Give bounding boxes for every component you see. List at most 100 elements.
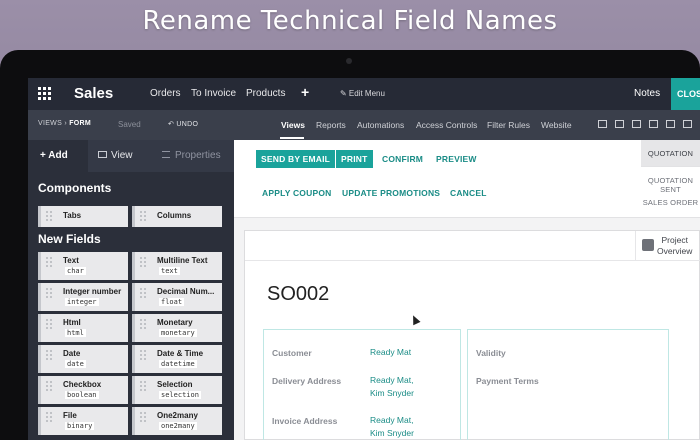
active-tab-indicator xyxy=(280,137,304,139)
right-field-group: Validity Payment Terms xyxy=(467,329,669,440)
form-editor: SEND BY EMAIL PRINT CONFIRM PREVIEW APPL… xyxy=(234,140,700,440)
field-text[interactable]: Text char xyxy=(38,252,128,280)
pivot-view-icon[interactable] xyxy=(683,120,692,128)
status-sales-order[interactable]: SALES ORDER xyxy=(641,198,700,207)
field-datetime[interactable]: Date & Time datetime xyxy=(132,345,222,373)
field-type: monetary xyxy=(159,329,197,337)
field-type: html xyxy=(65,329,86,337)
field-date[interactable]: Date date xyxy=(38,345,128,373)
components-heading: Components xyxy=(38,181,112,195)
status-quotation[interactable]: QUOTATION xyxy=(641,140,700,166)
invoice-address-line1: Ready Mat, xyxy=(370,415,414,425)
mouse-cursor-icon xyxy=(409,313,421,326)
send-by-email-button[interactable]: SEND BY EMAIL xyxy=(256,150,336,168)
customer-value[interactable]: Ready Mat xyxy=(370,346,411,359)
apply-coupon-button[interactable]: APPLY COUPON xyxy=(262,188,331,198)
field-type: text xyxy=(159,267,180,275)
invoice-address-label[interactable]: Invoice Address xyxy=(272,416,337,426)
field-checkbox[interactable]: Checkbox boolean xyxy=(38,376,128,404)
field-type: float xyxy=(159,298,185,306)
menu-orders[interactable]: Orders xyxy=(150,88,181,99)
component-tabs[interactable]: Tabs xyxy=(38,206,128,227)
component-columns[interactable]: Columns xyxy=(132,206,222,227)
sidebar-tabs: + Add View Properties xyxy=(28,140,234,172)
sidebar-tab-properties[interactable]: Properties xyxy=(148,140,234,172)
list-view-icon[interactable] xyxy=(615,120,624,128)
edit-menu-link[interactable]: ✎ Edit Menu xyxy=(340,89,385,98)
saved-indicator: Saved xyxy=(118,120,141,129)
close-studio-button[interactable]: CLOSE xyxy=(671,78,700,110)
field-type: binary xyxy=(65,422,95,430)
status-quotation-sent[interactable]: QUOTATION SENT xyxy=(641,176,700,194)
customer-label[interactable]: Customer xyxy=(272,348,312,358)
notes-button[interactable]: Notes xyxy=(634,88,660,99)
field-integer[interactable]: Integer number integer xyxy=(38,283,128,311)
payment-terms-label[interactable]: Payment Terms xyxy=(476,376,539,386)
field-type: char xyxy=(65,267,86,275)
menu-to-invoice[interactable]: To Invoice xyxy=(191,88,236,99)
laptop-frame: Sales Orders To Invoice Products + ✎ Edi… xyxy=(0,50,700,440)
undo-button[interactable]: ↶ UNDO xyxy=(168,120,198,128)
field-label: Checkbox xyxy=(63,380,102,389)
preview-button[interactable]: PREVIEW xyxy=(436,154,477,164)
graph-view-icon[interactable] xyxy=(666,120,675,128)
field-type: integer xyxy=(65,298,99,306)
tab-reports[interactable]: Reports xyxy=(316,120,346,130)
field-multiline-text[interactable]: Multiline Text text xyxy=(132,252,222,280)
validity-label[interactable]: Validity xyxy=(476,348,506,358)
properties-icon xyxy=(162,151,170,158)
tab-automations[interactable]: Automations xyxy=(357,120,404,130)
field-html[interactable]: Html html xyxy=(38,314,128,342)
customer-value-line: Ready Mat xyxy=(370,347,412,357)
sidebar-tab-view-label: View xyxy=(111,150,133,161)
field-type: selection xyxy=(159,391,201,399)
update-promotions-button[interactable]: UPDATE PROMOTIONS xyxy=(342,188,440,198)
sidebar-tab-view[interactable]: View xyxy=(88,140,148,172)
field-monetary[interactable]: Monetary monetary xyxy=(132,314,222,342)
drag-handle-icon xyxy=(139,411,147,423)
project-overview-button[interactable]: Project Overview xyxy=(635,231,700,261)
breadcrumb: VIEWS › FORM xyxy=(38,120,91,127)
field-label: Date xyxy=(63,349,81,358)
invoice-address-line2: Kim Snyder xyxy=(370,428,414,438)
field-decimal[interactable]: Decimal Num... float xyxy=(132,283,222,311)
breadcrumb-separator: › xyxy=(64,120,67,127)
delivery-address-line2: Kim Snyder xyxy=(370,388,414,398)
field-label: Text xyxy=(63,256,79,265)
apps-grid-icon[interactable] xyxy=(38,87,51,100)
print-button[interactable]: PRINT xyxy=(336,150,373,168)
form-view-icon[interactable] xyxy=(598,120,607,128)
calendar-view-icon[interactable] xyxy=(649,120,658,128)
project-label-line1: Project xyxy=(661,235,688,245)
view-type-switcher xyxy=(598,120,692,128)
sidebar-tab-properties-label: Properties xyxy=(175,150,221,161)
project-label-line2: Overview xyxy=(657,246,693,256)
delivery-address-value[interactable]: Ready Mat, Kim Snyder xyxy=(370,374,414,400)
cancel-button[interactable]: CANCEL xyxy=(450,188,487,198)
field-label: Integer number xyxy=(63,287,122,296)
tab-website[interactable]: Website xyxy=(541,120,572,130)
monitor-icon xyxy=(98,151,107,158)
tab-access-controls[interactable]: Access Controls xyxy=(416,120,477,130)
tab-filter-rules[interactable]: Filter Rules xyxy=(487,120,530,130)
add-menu-button[interactable]: + xyxy=(301,84,309,100)
field-selection[interactable]: Selection selection xyxy=(132,376,222,404)
sidebar-tab-add[interactable]: + Add xyxy=(28,140,88,172)
kanban-view-icon[interactable] xyxy=(632,120,641,128)
menu-products[interactable]: Products xyxy=(246,88,285,99)
breadcrumb-views[interactable]: VIEWS xyxy=(38,120,62,127)
field-file[interactable]: File binary xyxy=(38,407,128,435)
app-title[interactable]: Sales xyxy=(74,85,113,102)
field-one2many[interactable]: One2many one2many xyxy=(132,407,222,435)
field-label: File xyxy=(63,411,77,420)
drag-handle-icon xyxy=(139,318,147,330)
confirm-button[interactable]: CONFIRM xyxy=(382,154,423,164)
invoice-address-value[interactable]: Ready Mat, Kim Snyder xyxy=(370,414,414,440)
form-header: SEND BY EMAIL PRINT CONFIRM PREVIEW APPL… xyxy=(234,140,700,218)
order-number-title: SO002 xyxy=(267,283,330,305)
status-divider xyxy=(641,166,700,167)
video-headline: Rename Technical Field Names xyxy=(142,6,558,36)
delivery-address-label[interactable]: Delivery Address xyxy=(272,376,341,386)
tab-views[interactable]: Views xyxy=(281,120,305,130)
field-type: boolean xyxy=(65,391,99,399)
